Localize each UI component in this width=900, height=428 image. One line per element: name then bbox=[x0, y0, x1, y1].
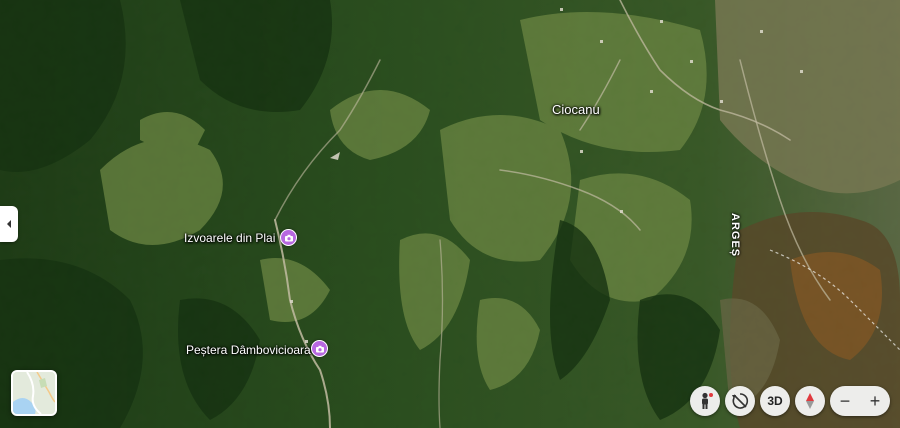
three-d-label: 3D bbox=[767, 394, 783, 408]
rotate-button[interactable] bbox=[725, 386, 755, 416]
three-d-button[interactable]: 3D bbox=[760, 386, 790, 416]
poi-pin-pestera[interactable] bbox=[311, 340, 328, 357]
camera-icon bbox=[315, 345, 324, 352]
street-view-button[interactable] bbox=[690, 386, 720, 416]
zoom-in-button[interactable]: + bbox=[860, 386, 890, 416]
camera-icon bbox=[284, 234, 293, 241]
chevron-left-icon bbox=[7, 220, 11, 228]
poi-label-izvoarele[interactable]: Izvoarele din Plai bbox=[184, 231, 275, 245]
place-label-ciocanu: Ciocanu bbox=[552, 102, 600, 117]
side-panel-toggle[interactable] bbox=[0, 206, 18, 242]
satellite-map[interactable] bbox=[0, 0, 900, 428]
zoom-out-button[interactable]: − bbox=[830, 386, 860, 416]
map-layers-icon bbox=[13, 372, 55, 414]
zoom-control: − + bbox=[830, 386, 890, 416]
rotate-icon bbox=[732, 393, 749, 409]
poi-pin-izvoarele[interactable] bbox=[280, 229, 297, 246]
compass-icon bbox=[806, 393, 814, 409]
poi-label-pestera[interactable]: Peștera Dâmbovicioara bbox=[186, 343, 311, 357]
compass-button[interactable] bbox=[795, 386, 825, 416]
pegman-icon bbox=[702, 392, 713, 409]
map-layers-button[interactable] bbox=[11, 370, 57, 416]
